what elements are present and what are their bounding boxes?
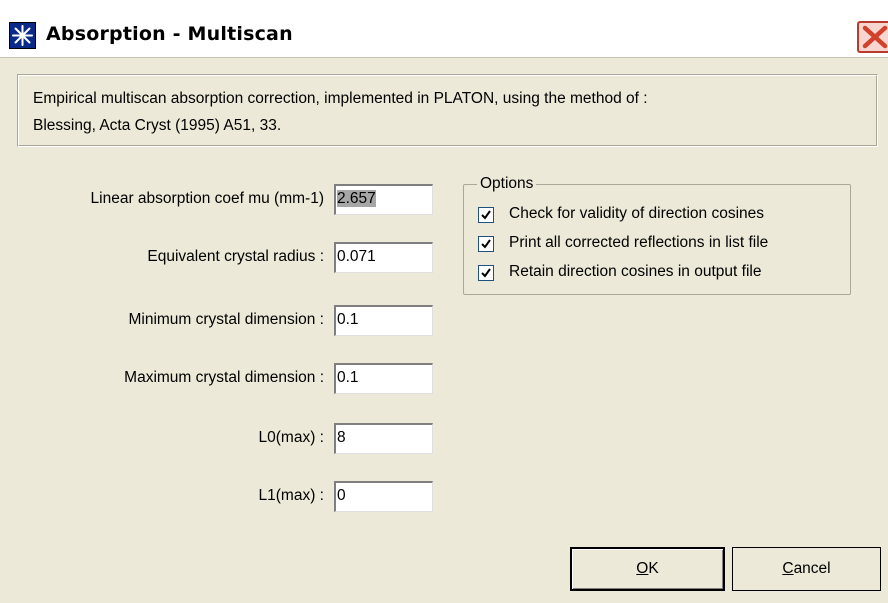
max-dimension-input[interactable]: 0.1 — [334, 363, 433, 394]
l1max-value: 0 — [337, 487, 346, 504]
l0max-value: 8 — [337, 429, 346, 446]
star-icon — [9, 22, 36, 49]
close-icon[interactable] — [857, 21, 888, 53]
min-dimension-input[interactable]: 0.1 — [334, 305, 433, 336]
absorption-multiscan-dialog: Absorption - Multiscan Empirical multisc… — [0, 0, 888, 603]
l1max-label: L1(max) : — [258, 487, 324, 504]
radius-value: 0.071 — [337, 248, 376, 265]
ok-button[interactable]: OK — [570, 547, 725, 591]
l0max-label: L0(max) : — [258, 429, 324, 446]
description-line-1: Empirical multiscan absorption correctio… — [33, 90, 648, 107]
retain-label: Retain direction cosines in output file — [509, 263, 762, 280]
radius-label: Equivalent crystal radius : — [147, 248, 324, 265]
checkbox-retain[interactable] — [478, 265, 494, 281]
options-legend: Options — [477, 175, 537, 193]
radius-input[interactable]: 0.071 — [334, 242, 433, 273]
checkbox-print[interactable] — [478, 236, 494, 252]
ok-label: K — [648, 560, 659, 577]
cancel-accelerator: C — [782, 560, 794, 577]
l1max-input[interactable]: 0 — [334, 481, 433, 512]
description-panel: Empirical multiscan absorption correctio… — [17, 74, 878, 147]
mu-input[interactable]: 2.657 — [334, 184, 433, 215]
window-title: Absorption - Multiscan — [46, 23, 293, 45]
min-dimension-label: Minimum crystal dimension : — [128, 311, 324, 328]
cancel-button[interactable]: Cancel — [732, 547, 881, 591]
title-separator — [0, 57, 888, 58]
cancel-label: ancel — [793, 560, 831, 577]
max-dimension-label: Maximum crystal dimension : — [124, 369, 324, 386]
l0max-input[interactable]: 8 — [334, 423, 433, 454]
validity-label: Check for validity of direction cosines — [509, 205, 765, 222]
description-line-2: Blessing, Acta Cryst (1995) A51, 33. — [33, 117, 282, 134]
checkbox-validity[interactable] — [478, 207, 494, 223]
max-dimension-value: 0.1 — [337, 369, 359, 386]
mu-label: Linear absorption coef mu (mm-1) — [90, 190, 324, 207]
print-label: Print all corrected reflections in list … — [509, 234, 769, 251]
min-dimension-value: 0.1 — [337, 311, 359, 328]
ok-accelerator: O — [636, 560, 649, 577]
title-bar[interactable]: Absorption - Multiscan — [0, 0, 888, 57]
mu-value: 2.657 — [337, 190, 376, 207]
